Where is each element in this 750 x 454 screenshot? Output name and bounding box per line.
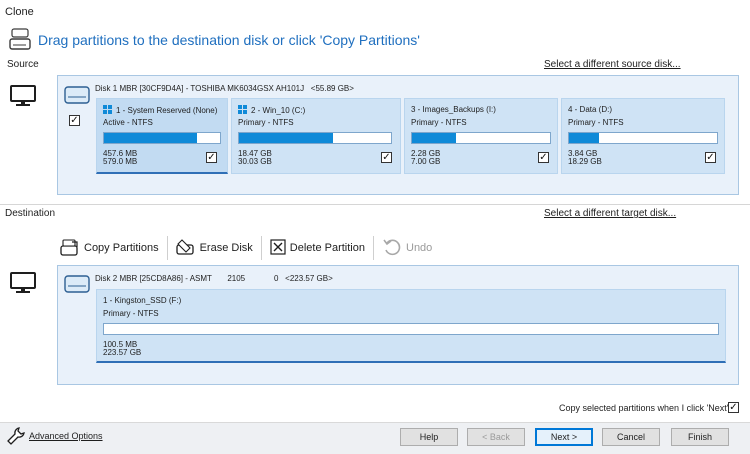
- erase-disk-icon: [175, 238, 196, 259]
- delete-partition-label: Delete Partition: [289, 242, 365, 254]
- partition-name: 3 - Images_Backups (I:): [411, 105, 496, 114]
- usage-fill: [239, 133, 334, 143]
- next-button[interactable]: Next >: [535, 428, 593, 446]
- copy-option-label: Copy selected partitions when I click 'N…: [559, 403, 729, 413]
- source-partition-1[interactable]: 1 - System Reserved (None) Active - NTFS…: [96, 98, 228, 174]
- cancel-button[interactable]: Cancel: [602, 428, 660, 446]
- finish-button[interactable]: Finish: [671, 428, 729, 446]
- destination-disk-panel: Disk 2 MBR [25CD8A86] - ASMT 2105 0 <223…: [57, 265, 739, 385]
- delete-partition-icon: [270, 238, 286, 258]
- back-button[interactable]: < Back: [467, 428, 525, 446]
- section-divider: [0, 204, 750, 205]
- source-disk-panel: Disk 1 MBR [30CF9D4A] - TOSHIBA MK6034GS…: [57, 75, 739, 195]
- destination-disk-header: Disk 2 MBR [25CD8A86] - ASMT 2105 0 <223…: [95, 274, 333, 283]
- partition-type: Primary - NTFS: [103, 309, 159, 318]
- copy-option-checkbox[interactable]: ✓: [728, 402, 739, 413]
- windows-logo-icon: [103, 105, 112, 114]
- source-monitor-icon: [10, 85, 36, 110]
- source-label: Source: [7, 59, 39, 70]
- partition-usage-bar: [568, 132, 718, 144]
- erase-disk-button[interactable]: Erase Disk: [175, 238, 253, 259]
- usage-fill: [104, 133, 197, 143]
- copy-partitions-label: Copy Partitions: [84, 242, 159, 254]
- destination-partition-1[interactable]: 1 - Kingston_SSD (F:) Primary - NTFS 100…: [96, 289, 726, 363]
- partition-checkbox[interactable]: ✓: [206, 152, 217, 163]
- window-title: Clone: [5, 6, 34, 18]
- partition-checkbox[interactable]: ✓: [381, 152, 392, 163]
- disk-clone-icon: [9, 28, 35, 55]
- usage-fill: [569, 133, 599, 143]
- undo-button[interactable]: Undo: [382, 237, 432, 260]
- copy-partitions-icon: [60, 238, 80, 259]
- source-partition-4[interactable]: 4 - Data (D:) Primary - NTFS 3.84 GB 18.…: [561, 98, 725, 174]
- partition-total: 7.00 GB: [411, 157, 441, 166]
- erase-disk-label: Erase Disk: [199, 242, 253, 254]
- partition-total: 18.29 GB: [568, 157, 602, 166]
- destination-monitor-icon: [10, 272, 36, 297]
- source-partition-2[interactable]: 2 - Win_10 (C:) Primary - NTFS 18.47 GB …: [231, 98, 401, 174]
- toolbar-separator: [166, 236, 168, 260]
- partition-name: 4 - Data (D:): [568, 105, 613, 114]
- partition-type: Primary - NTFS: [238, 118, 294, 127]
- destination-label: Destination: [5, 208, 56, 219]
- source-partition-3[interactable]: 3 - Images_Backups (I:) Primary - NTFS 2…: [404, 98, 558, 174]
- partition-total: 579.0 MB: [103, 157, 138, 166]
- partition-usage-bar: [103, 132, 221, 144]
- destination-drive-icon: [64, 274, 90, 297]
- undo-label: Undo: [406, 242, 433, 254]
- help-button[interactable]: Help: [400, 428, 458, 446]
- partition-type: Primary - NTFS: [568, 118, 624, 127]
- select-target-disk-link[interactable]: Select a different target disk...: [544, 208, 676, 219]
- partition-usage-bar: [238, 132, 392, 144]
- source-disk-header: Disk 1 MBR [30CF9D4A] - TOSHIBA MK6034GS…: [95, 84, 354, 93]
- undo-icon: [382, 237, 402, 260]
- toolbar-separator: [260, 236, 262, 260]
- select-source-disk-link[interactable]: Select a different source disk...: [544, 59, 681, 70]
- partition-usage-bar: [411, 132, 551, 144]
- source-disk-checkbox[interactable]: ✓: [69, 115, 80, 126]
- partition-checkbox[interactable]: ✓: [705, 152, 716, 163]
- page-heading: Drag partitions to the destination disk …: [38, 32, 420, 48]
- wrench-icon: [6, 426, 26, 449]
- partition-name: 1 - Kingston_SSD (F:): [103, 296, 182, 305]
- partition-checkbox[interactable]: ✓: [538, 152, 549, 163]
- copy-partitions-button[interactable]: Copy Partitions: [60, 238, 159, 259]
- advanced-options-link[interactable]: Advanced Options: [29, 431, 103, 441]
- partition-name: 2 - Win_10 (C:): [251, 106, 306, 115]
- destination-toolbar: Copy Partitions Erase Disk Delete Partit…: [60, 236, 432, 260]
- windows-logo-icon: [238, 105, 247, 114]
- partition-total: 223.57 GB: [103, 348, 142, 357]
- usage-fill: [412, 133, 457, 143]
- delete-partition-button[interactable]: Delete Partition: [270, 238, 365, 258]
- partition-total: 30.03 GB: [238, 157, 272, 166]
- partition-name: 1 - System Reserved (None): [116, 106, 218, 115]
- toolbar-separator: [373, 236, 374, 260]
- partition-type: Primary - NTFS: [411, 118, 467, 127]
- source-drive-icon: [64, 85, 90, 108]
- partition-type: Active - NTFS: [103, 118, 153, 127]
- partition-usage-bar: [103, 323, 719, 335]
